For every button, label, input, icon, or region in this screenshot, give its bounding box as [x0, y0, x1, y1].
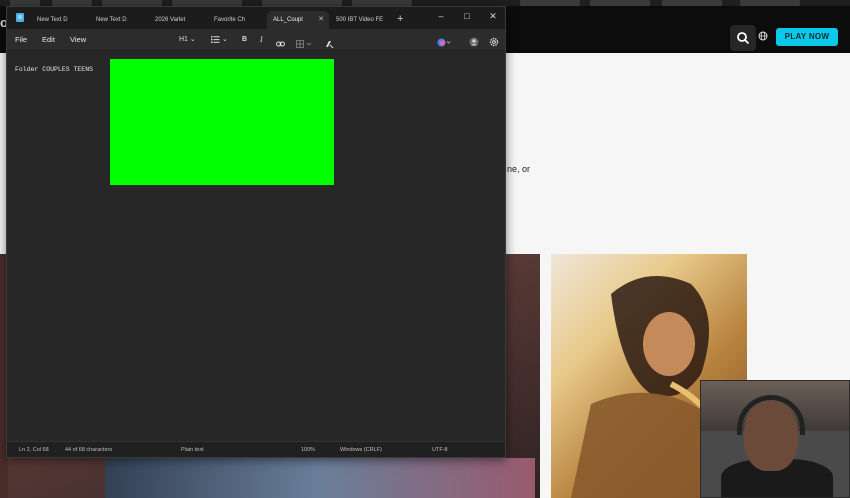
tab-favorite-ch[interactable]: Favorite Ch: [208, 11, 266, 29]
close-window-button[interactable]: ✕: [481, 8, 505, 24]
editor-content[interactable]: Folder COUPLES TEENS: [15, 66, 93, 73]
maximize-button[interactable]: □: [455, 8, 479, 24]
clear-format-icon: [326, 41, 334, 49]
text-format[interactable]: Plain text: [181, 442, 204, 458]
encoding[interactable]: UTF-8: [432, 442, 448, 458]
tab-all-coupl[interactable]: ALL_Coupl ✕: [267, 11, 329, 29]
globe-icon[interactable]: [758, 31, 768, 41]
tab-close-icon[interactable]: ✕: [318, 11, 324, 29]
tab-bar: New Text D New Text D 2026 Varlet Favori…: [7, 7, 505, 29]
tab-new-text-1[interactable]: New Text D: [31, 11, 89, 29]
screen: on PLAY NOW ne, or: [0, 0, 850, 498]
chevron-down-icon: ⌄: [221, 36, 228, 43]
tab-label: Favorite Ch: [214, 17, 246, 23]
tab-label: New Text D: [37, 17, 68, 23]
tab-label: 500 IBT Video FE: [336, 17, 384, 23]
heading-dropdown[interactable]: H1 ⌄: [179, 29, 196, 51]
list-icon: [211, 35, 220, 43]
search-icon: [737, 32, 750, 45]
link-icon: [276, 41, 285, 47]
tab-new-text-2[interactable]: New Text D: [90, 11, 148, 29]
cursor-position: Ln 2, Col 68: [19, 447, 49, 453]
heading-label: H1: [179, 36, 188, 43]
character-count: 44 of 68 characters: [65, 447, 113, 453]
tab-label: New Text D: [96, 17, 127, 23]
notepad-app-icon: [16, 13, 24, 22]
account-icon: [469, 37, 479, 47]
bottom-card-row[interactable]: [105, 458, 535, 498]
status-bar: Ln 2, Col 68 44 of 68 characters Plain t…: [7, 441, 505, 457]
webcam-overlay: [700, 380, 850, 498]
tab-2026-varlet[interactable]: 2026 Varlet: [149, 11, 207, 29]
menu-edit[interactable]: Edit: [42, 29, 55, 51]
green-overlay-box: [110, 59, 334, 185]
table-icon: [296, 40, 312, 48]
bold-button[interactable]: B: [242, 29, 247, 51]
text-editor[interactable]: Folder COUPLES TEENS: [7, 52, 505, 438]
new-tab-button[interactable]: +: [397, 11, 403, 27]
gear-icon: [489, 37, 499, 47]
menu-bar: File Edit View H1 ⌄ ⌄ B I: [7, 29, 505, 51]
minimize-button[interactable]: –: [429, 8, 453, 24]
italic-button[interactable]: I: [260, 29, 263, 51]
line-ending[interactable]: Windows (CRLF): [340, 442, 382, 458]
menu-file[interactable]: File: [15, 29, 27, 51]
play-now-button[interactable]: PLAY NOW: [776, 28, 838, 46]
tab-500-ibt-video[interactable]: 500 IBT Video FE: [330, 11, 392, 29]
tab-label: ALL_Coupl: [273, 17, 303, 23]
list-dropdown[interactable]: ⌄: [211, 29, 228, 51]
tab-label: 2026 Varlet: [155, 17, 186, 23]
site-body-text: ne, or: [507, 164, 531, 174]
menu-view[interactable]: View: [70, 29, 86, 51]
notepad-window: New Text D New Text D 2026 Varlet Favori…: [6, 6, 506, 458]
search-button[interactable]: [730, 25, 756, 51]
copilot-icon: [437, 38, 451, 47]
chevron-down-icon: ⌄: [189, 36, 196, 43]
zoom-level[interactable]: 100%: [301, 442, 315, 458]
